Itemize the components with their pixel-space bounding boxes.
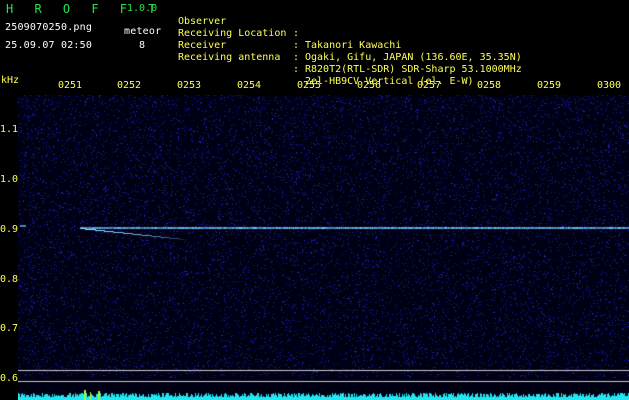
time-tick: 0300	[596, 80, 622, 91]
time-tick: 0256	[356, 80, 382, 91]
freq-tick: 1.1	[0, 124, 19, 135]
meteor-label: meteor	[124, 26, 162, 37]
spectrogram-canvas	[18, 95, 629, 400]
time-tick: 0258	[476, 80, 502, 91]
capture-datetime: 25.09.07 02:50	[5, 40, 93, 51]
meteor-count: 8	[139, 40, 146, 51]
freq-tick: 1.0	[0, 174, 19, 185]
info-value: 2el-HB9CV Vertical (el. E-W)	[305, 76, 474, 87]
info-row-location: Receiving Location : Ogaki, Gifu, JAPAN …	[178, 16, 522, 63]
info-separator: :	[293, 52, 300, 63]
frequency-unit-label: kHz	[1, 75, 20, 86]
time-tick: 0254	[236, 80, 262, 91]
time-tick: 0257	[416, 80, 442, 91]
info-value: Takanori Kawachi	[305, 40, 402, 51]
info-separator: :	[293, 28, 300, 39]
freq-tick: 0.7	[0, 323, 19, 334]
time-tick: 0255	[296, 80, 322, 91]
info-separator: :	[293, 40, 300, 51]
spectrogram-panel	[18, 95, 629, 400]
time-tick: 0252	[116, 80, 142, 91]
info-value: Ogaki, Gifu, JAPAN (136.60E, 35.35N)	[305, 52, 522, 63]
info-row-observer: Observer : Takanori Kawachi	[178, 4, 401, 51]
info-row-antenna: Receiving antenna : 2el-HB9CV Vertical (…	[178, 40, 474, 87]
freq-tick: 0.8	[0, 274, 19, 285]
time-tick: 0253	[176, 80, 202, 91]
time-tick: 0251	[57, 80, 83, 91]
hroff-window: H R O F F T 1.0.0 2509070250.png 25.09.0…	[0, 0, 629, 400]
info-value: R820T2(RTL-SDR) SDR-Sharp 53.1000MHz	[305, 64, 522, 75]
file-name: 2509070250.png	[5, 22, 93, 33]
freq-tick: 0.9	[0, 224, 19, 235]
app-version: 1.0.0	[127, 3, 158, 14]
freq-tick: 0.6	[0, 373, 19, 384]
info-row-receiver: Receiver : R820T2(RTL-SDR) SDR-Sharp 53.…	[178, 28, 522, 75]
info-separator: :	[293, 64, 300, 75]
info-label: Receiving antenna	[178, 52, 281, 63]
time-tick: 0259	[536, 80, 562, 91]
